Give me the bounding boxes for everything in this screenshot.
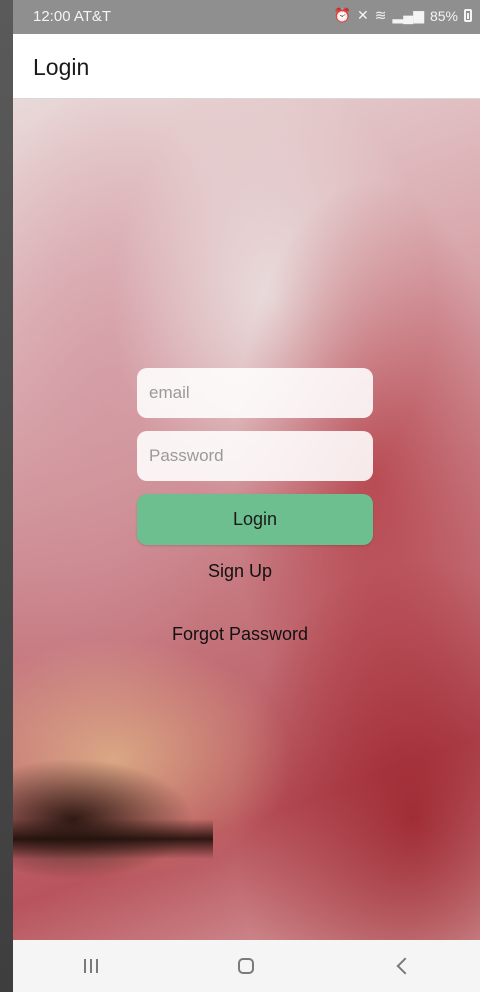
app-bar: Login [13,34,480,99]
recents-icon [83,959,98,973]
background-streak [13,819,213,859]
back-icon [396,957,414,975]
device-frame: 12:00 AT&T ⏰ ✕ ≋ ▂▄▆ 85% Login Login Sig… [0,0,480,992]
battery-icon [464,9,472,22]
page-title: Login [33,54,90,80]
wifi-icon: ≋ [374,7,387,23]
sign-up-link[interactable]: Sign Up [13,561,480,582]
mute-icon: ✕ [357,7,369,23]
alarm-icon: ⏰ [333,7,352,23]
login-button[interactable]: Login [137,494,373,545]
system-nav-bar [13,940,480,992]
home-button[interactable] [216,946,276,986]
recents-button[interactable] [61,946,121,986]
email-field[interactable] [137,368,373,418]
signal-icon: ▂▄▆ [392,7,424,23]
phone-screen: 12:00 AT&T ⏰ ✕ ≋ ▂▄▆ 85% Login Login Sig… [13,0,480,992]
status-time-carrier: 12:00 AT&T [33,8,112,25]
password-field[interactable] [137,431,373,481]
status-bar: 12:00 AT&T ⏰ ✕ ≋ ▂▄▆ 85% [13,0,480,34]
status-icons: ⏰ ✕ ≋ ▂▄▆ 85% [334,7,472,24]
forgot-password-link[interactable]: Forgot Password [13,624,480,645]
back-button[interactable] [372,946,432,986]
home-icon [238,958,255,974]
battery-percent: 85% [429,7,458,24]
